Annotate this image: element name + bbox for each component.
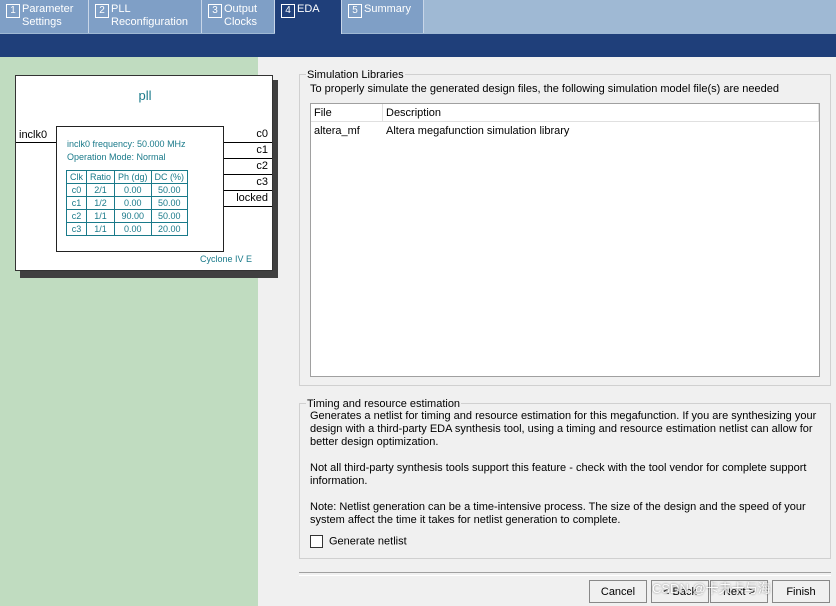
note-paragraph: Note: Netlist generation can be a time-i… [310,501,806,526]
column-header-file[interactable]: File [311,104,383,122]
tab-label: Parameter Settings [22,3,74,28]
table-cell: 50.00 [150,183,189,197]
tab-number: 1 [6,4,20,18]
tab-parameter-settings[interactable]: 1 Parameter Settings [0,0,89,33]
output-wire [224,174,272,175]
clock-table-row: c1 1/2 0.00 50.00 [66,196,189,210]
tab-output-clocks[interactable]: 3 Output Clocks [202,0,275,33]
pin-locked: locked [236,192,268,204]
pin-c3: c3 [256,176,268,188]
tab-number: 3 [208,4,222,18]
table-cell: 20.00 [150,222,189,236]
clock-table-row: c3 1/1 0.00 20.00 [66,222,189,236]
timing-estimation-group: Timing and resource estimation Generates… [299,398,831,559]
checkbox-label: Generate netlist [329,535,407,548]
list-item-description[interactable]: Altera megafunction simulation library [383,123,569,140]
tab-label: EDA [297,3,320,15]
simulation-description: To properly simulate the generated desig… [310,83,779,95]
table-cell: 50.00 [150,196,189,210]
pin-c2: c2 [256,160,268,172]
table-cell: c1 [66,196,87,210]
table-cell: c0 [66,183,87,197]
output-wire [224,206,272,207]
table-cell: 1/1 [85,209,116,223]
table-cell: c3 [66,222,87,236]
list-item-file[interactable]: altera_mf [311,123,360,140]
input-frequency: inclk0 frequency: 50.000 MHz [67,139,186,149]
pin-c0: c0 [256,128,268,140]
header-cell: Ratio [85,170,116,184]
support-paragraph: Not all third-party synthesis tools supp… [310,462,807,487]
generate-netlist-option[interactable]: Generate netlist [310,535,407,548]
tab-label: Output Clocks [224,3,258,28]
wizard-tab-bar: 1 Parameter Settings 2 PLL Reconfigurati… [0,0,836,34]
symbol-title: pll [138,88,152,103]
symbol-body: inclk0 frequency: 50.000 MHz Operation M… [56,126,224,252]
timing-paragraph: Generates a netlist for timing and resou… [310,410,817,448]
group-title: Timing and resource estimation [306,398,462,410]
tab-label: Summary [364,3,412,15]
pin-c1: c1 [256,144,268,156]
header-cell: DC (%) [150,170,189,184]
pin-inclk0: inclk0 [19,129,48,141]
clock-table: Clk Ratio Ph (dg) DC (%) c0 2/1 0.00 50.… [66,170,189,236]
cancel-button[interactable]: Cancel [589,580,647,603]
clock-table-row: c2 1/1 90.00 50.00 [66,209,189,223]
tab-summary[interactable]: 5 Summary [342,0,424,33]
clock-table-header: Clk Ratio Ph (dg) DC (%) [66,170,189,184]
tab-label: PLL Reconfiguration [111,3,189,28]
clock-table-row: c0 2/1 0.00 50.00 [66,183,189,197]
operation-mode: Operation Mode: Normal [67,152,166,162]
table-cell: 1/2 [85,196,116,210]
tab-eda[interactable]: 4 EDA [275,0,342,34]
device-family: Cyclone IV E [199,254,252,264]
table-cell: c2 [66,209,87,223]
table-cell: 0.00 [114,183,152,197]
table-cell: 0.00 [114,222,152,236]
group-title: Simulation Libraries [306,69,405,81]
output-wire [224,158,272,159]
tab-number: 5 [348,4,362,18]
header-cell: Ph (dg) [114,170,152,184]
header-bar [0,34,836,57]
column-header-description[interactable]: Description [383,104,819,122]
table-cell: 2/1 [85,183,116,197]
finish-button[interactable]: Finish [772,580,830,603]
simulation-file-list[interactable]: File Description altera_mf Altera megafu… [310,103,820,377]
header-cell: Clk [66,170,87,184]
watermark: CSDN @卡夫卡与海 [652,581,771,596]
table-cell: 1/1 [85,222,116,236]
tab-number: 4 [281,4,295,18]
generate-netlist-checkbox[interactable] [310,535,323,548]
button-separator [299,572,831,576]
simulation-libraries-group: Simulation Libraries To properly simulat… [299,69,831,386]
pll-symbol: pll inclk0 inclk0 frequency: 50.000 MHz … [15,75,273,271]
table-cell: 0.00 [114,196,152,210]
table-cell: 90.00 [114,209,152,223]
tab-pll-reconfiguration[interactable]: 2 PLL Reconfiguration [89,0,202,33]
tab-number: 2 [95,4,109,18]
input-wire [16,142,56,143]
output-wire [224,142,272,143]
table-cell: 50.00 [150,209,189,223]
output-wire [224,190,272,191]
